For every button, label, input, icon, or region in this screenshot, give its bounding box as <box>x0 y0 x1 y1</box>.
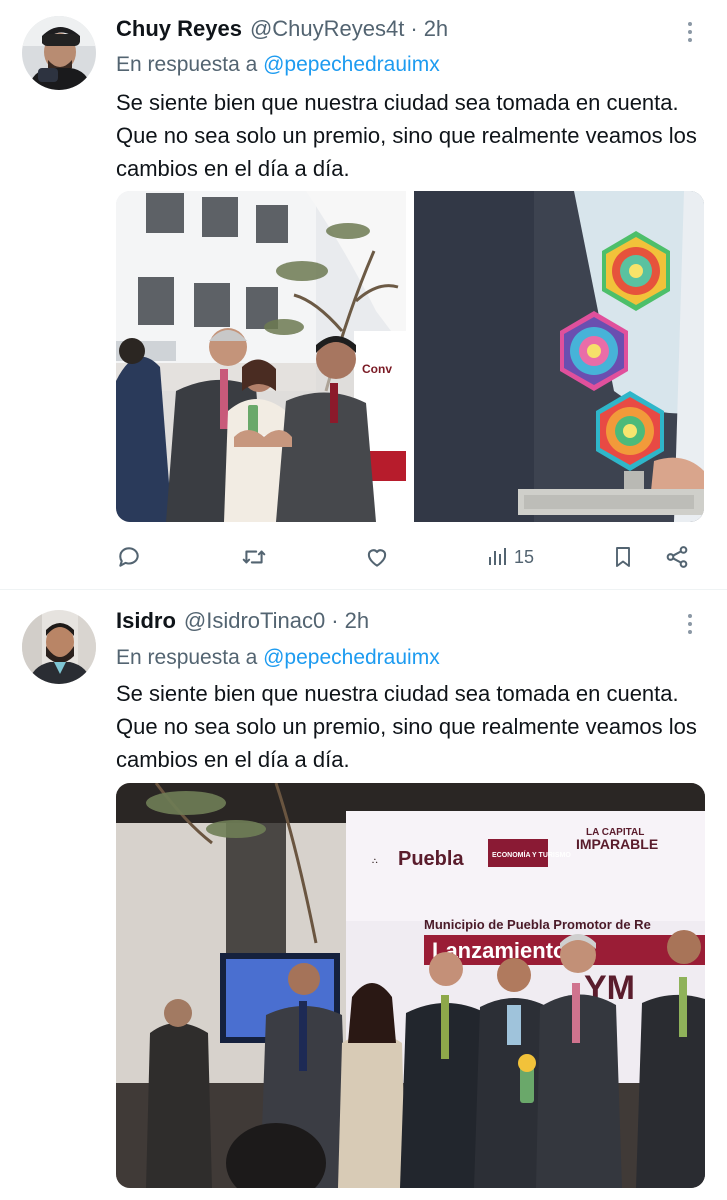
bookmark-icon <box>616 547 630 567</box>
tweet-photo[interactable] <box>414 191 704 522</box>
bookmark-button[interactable] <box>611 540 635 574</box>
user-handle[interactable]: @IsidroTinac0 <box>184 608 325 634</box>
views-button[interactable]: 15 <box>486 540 534 574</box>
separator: · <box>331 608 339 633</box>
like-icon <box>367 549 387 567</box>
timestamp[interactable]: 2h <box>345 608 369 634</box>
tweet-header: Isidro @IsidroTinac0 · 2h <box>116 606 369 636</box>
tweet[interactable]: Chuy Reyes @ChuyReyes4t · 2h En respuest… <box>0 0 727 590</box>
tweet-header: Chuy Reyes @ChuyReyes4t · 2h <box>116 14 448 44</box>
views-icon <box>489 548 506 565</box>
puebla-logo-text: Puebla <box>398 848 464 870</box>
banner-text: Municipio de Puebla Promotor de Re <box>424 917 651 932</box>
reply-prefix: En respuesta a <box>116 53 258 76</box>
retweet-button[interactable] <box>240 540 268 574</box>
reply-handle-link[interactable]: @pepechedrauimx <box>263 646 440 669</box>
display-name[interactable]: Isidro <box>116 608 176 634</box>
share-icon <box>666 546 688 568</box>
retweet-icon <box>242 550 266 564</box>
imparable-text: IMPARABLE <box>576 836 658 852</box>
tweet-photo[interactable]: Conv <box>116 191 406 522</box>
share-button[interactable] <box>664 540 690 574</box>
like-button[interactable] <box>364 540 390 574</box>
reply-prefix: En respuesta a <box>116 646 258 669</box>
separator: · <box>410 16 418 41</box>
tweet-text: Se siente bien que nuestra ciudad sea to… <box>116 681 697 772</box>
reply-context: En respuesta a @pepechedrauimx <box>116 53 440 77</box>
reply-button[interactable] <box>116 540 142 574</box>
tweet-actions: 15 <box>116 540 706 574</box>
views-count: 15 <box>514 546 535 567</box>
more-icon[interactable] <box>676 18 704 46</box>
timestamp[interactable]: 2h <box>424 16 448 42</box>
tweet-text: Se siente bien que nuestra ciudad sea to… <box>116 90 697 181</box>
avatar[interactable] <box>22 610 96 684</box>
economia-text: ECONOMÍA Y TURISMO <box>492 850 571 859</box>
tweet-photo[interactable]: ⛬ Puebla ECONOMÍA Y TURISMO LA CAPITAL I… <box>116 783 705 1188</box>
reply-handle-link[interactable]: @pepechedrauimx <box>263 53 440 76</box>
display-name[interactable]: Chuy Reyes <box>116 16 242 42</box>
more-icon[interactable] <box>676 610 704 638</box>
reply-icon <box>119 547 139 567</box>
reply-context: En respuesta a @pepechedrauimx <box>116 646 440 670</box>
svg-text:⛬: ⛬ <box>372 856 378 865</box>
tweet[interactable]: Isidro @IsidroTinac0 · 2h En respuesta a… <box>0 590 727 1200</box>
user-handle[interactable]: @ChuyReyes4t <box>250 16 404 42</box>
svg-text:Conv: Conv <box>362 362 392 376</box>
avatar[interactable] <box>22 16 96 90</box>
